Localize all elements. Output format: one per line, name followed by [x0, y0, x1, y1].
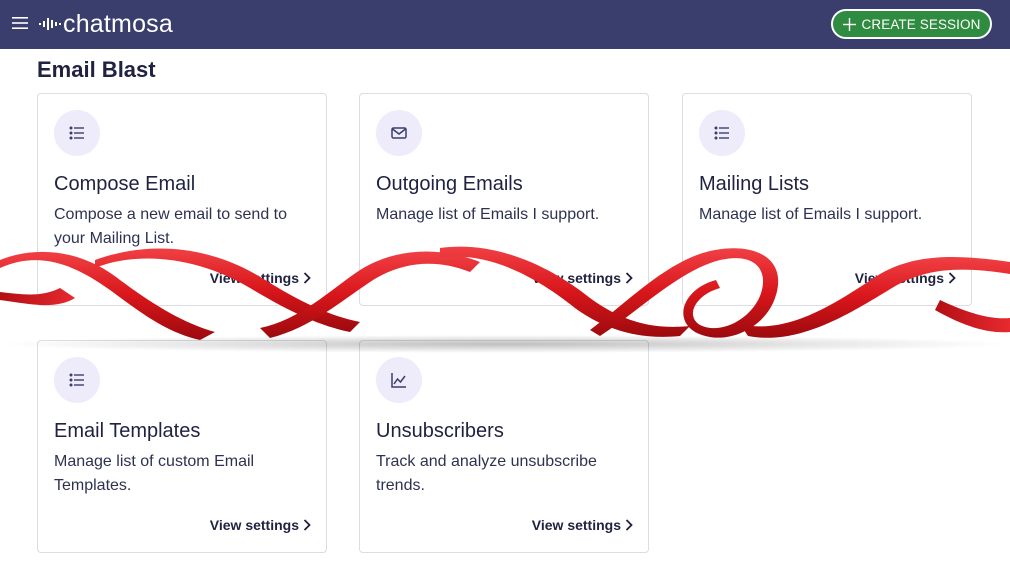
view-settings-link[interactable]: View settings [855, 270, 956, 286]
view-settings-label: View settings [209, 517, 299, 533]
card-description: Manage list of Emails I support. [376, 206, 600, 223]
card-icon-circle [699, 110, 745, 156]
page-title: Email Blast [37, 57, 156, 82]
view-settings-label: View settings [531, 270, 621, 286]
create-session-button[interactable]: CREATE SESSION [831, 9, 992, 39]
card-description: Track and analyze unsubscribe trends. [376, 453, 597, 494]
view-settings-link[interactable]: View settings [210, 270, 311, 286]
card-icon-circle [54, 110, 100, 156]
chart-line-icon [391, 373, 406, 388]
chevron-right-icon [303, 272, 311, 284]
view-settings-link[interactable]: View settings [210, 517, 311, 533]
card-title: Mailing Lists [699, 173, 810, 195]
card-description: Manage list of Emails I support. [699, 206, 923, 223]
chevron-right-icon [948, 272, 956, 284]
card-description: Manage list of custom Email Templates. [54, 453, 255, 494]
list-icon [714, 126, 729, 140]
card-title: Compose Email [54, 173, 196, 195]
card-icon-circle [54, 357, 100, 403]
chevron-right-icon [625, 272, 633, 284]
view-settings-label: View settings [854, 270, 944, 286]
card-email-templates[interactable]: Email Templates Manage list of custom Em… [37, 340, 327, 553]
hamburger-menu-icon[interactable] [12, 16, 28, 30]
view-settings-link[interactable]: View settings [532, 517, 633, 533]
card-compose-email[interactable]: Compose Email Compose a new email to sen… [37, 93, 327, 306]
card-outgoing-emails[interactable]: Outgoing Emails Manage list of Emails I … [359, 93, 649, 306]
card-icon-circle [376, 110, 422, 156]
card-unsubscribers[interactable]: Unsubscribers Track and analyze unsubscr… [359, 340, 649, 553]
chevron-right-icon [303, 519, 311, 531]
envelope-icon [391, 127, 407, 139]
card-icon-circle [376, 357, 422, 403]
list-icon [69, 126, 84, 140]
card-mailing-lists[interactable]: Mailing Lists Manage list of Emails I su… [682, 93, 972, 306]
sound-wave-icon [39, 18, 61, 30]
view-settings-label: View settings [209, 270, 299, 286]
top-navigation-bar: chatmosa CREATE SESSION [0, 0, 1010, 49]
list-icon [69, 373, 84, 387]
card-title: Email Templates [54, 420, 201, 442]
card-title: Unsubscribers [376, 420, 504, 442]
card-description: Compose a new email to send to your Mail… [54, 206, 288, 247]
chevron-right-icon [625, 519, 633, 531]
view-settings-label: View settings [531, 517, 621, 533]
logo-text: chatmosa [63, 9, 173, 38]
plus-icon [842, 17, 856, 31]
card-title: Outgoing Emails [376, 173, 523, 195]
chatmosa-logo[interactable]: chatmosa [38, 9, 173, 39]
create-session-label: CREATE SESSION [861, 16, 981, 32]
view-settings-link[interactable]: View settings [532, 270, 633, 286]
